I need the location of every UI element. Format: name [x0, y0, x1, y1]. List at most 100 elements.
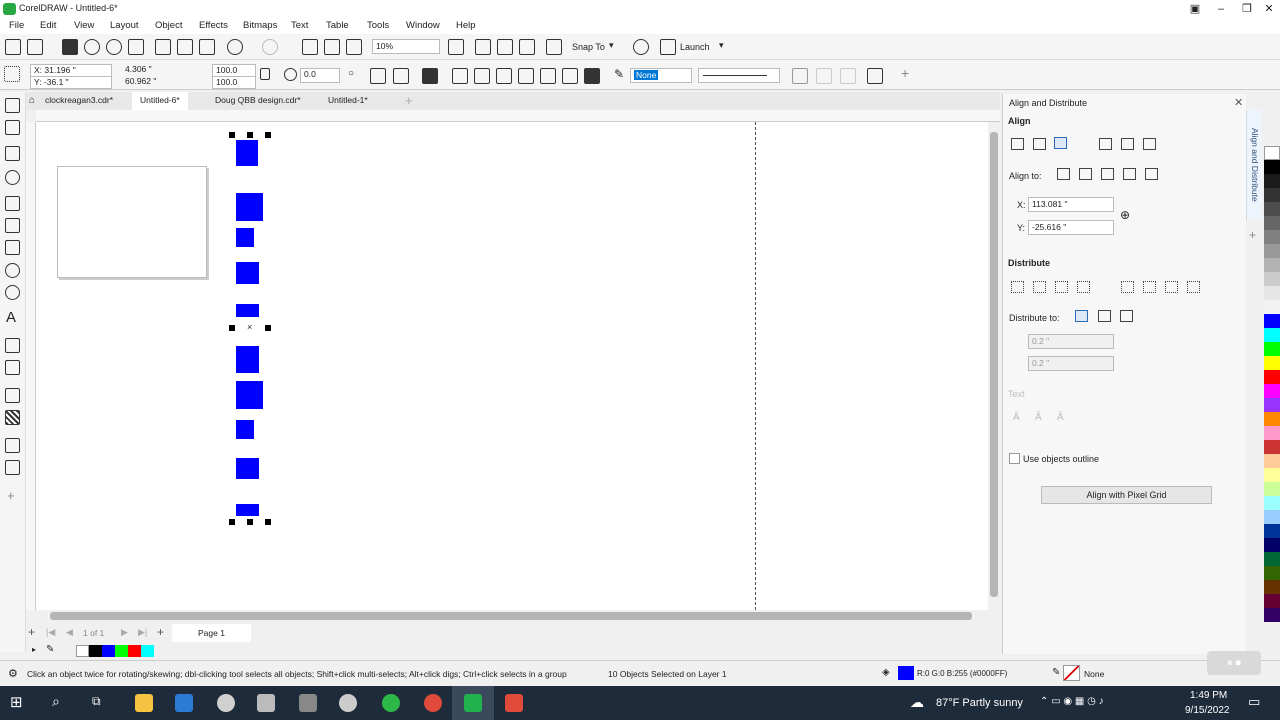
ellipse-tool-icon[interactable]: [5, 263, 20, 278]
blue-square[interactable]: [236, 304, 259, 317]
lock-ratio-icon[interactable]: [260, 68, 270, 80]
artistic-media-icon[interactable]: [5, 218, 20, 233]
prev-page-icon[interactable]: ◀: [66, 627, 73, 638]
distribute-v-spacing-field[interactable]: 0.2 ": [1028, 356, 1114, 371]
selection-center-icon[interactable]: ×: [247, 322, 252, 332]
palette-swatch[interactable]: [1264, 286, 1280, 300]
cloud-icon[interactable]: [84, 39, 100, 55]
blue-square[interactable]: [236, 193, 263, 221]
selection-handle[interactable]: [265, 519, 271, 525]
line-style-field[interactable]: [698, 68, 780, 83]
paste-icon[interactable]: [199, 39, 215, 55]
palette-swatch[interactable]: [1264, 594, 1280, 608]
align-x-field[interactable]: 113.081 ": [1028, 197, 1114, 212]
distribute-left-icon[interactable]: [1011, 281, 1024, 293]
export-icon[interactable]: [324, 39, 340, 55]
simplify-icon[interactable]: [518, 68, 534, 84]
horizontal-scroll-thumb[interactable]: [50, 612, 972, 620]
text-tool-icon[interactable]: A: [6, 309, 16, 326]
redo-icon[interactable]: [262, 39, 278, 55]
crop-tool-icon[interactable]: [5, 146, 20, 161]
gear-icon[interactable]: [633, 39, 649, 55]
tab-doug-qbb-design[interactable]: Doug QBB design.cdr*: [215, 95, 301, 105]
fill-tool-icon[interactable]: [5, 460, 20, 475]
align-top-icon[interactable]: [1099, 138, 1112, 150]
palette-swatch[interactable]: [1264, 566, 1280, 580]
guidelines-icon[interactable]: [519, 39, 535, 55]
use-outline-checkbox[interactable]: [1009, 453, 1020, 464]
trim-icon[interactable]: [474, 68, 490, 84]
launch-button[interactable]: Launch: [680, 42, 710, 52]
vertical-scrollbar[interactable]: [988, 122, 1000, 610]
blue-square[interactable]: [236, 262, 259, 284]
app-icon[interactable]: [217, 694, 235, 712]
align-y-field[interactable]: -25.616 ": [1028, 220, 1114, 235]
horizontal-ruler[interactable]: [36, 110, 1000, 122]
doc-swatch[interactable]: [76, 645, 89, 657]
distribute-bottom-icon[interactable]: [1187, 281, 1200, 293]
distribute-to-page-icon[interactable]: [1098, 310, 1111, 322]
chrome-icon[interactable]: [424, 694, 442, 712]
palette-swatch[interactable]: [1264, 384, 1280, 398]
save-icon[interactable]: [62, 39, 78, 55]
blue-square[interactable]: [236, 458, 259, 479]
reference-point-icon[interactable]: [4, 66, 20, 82]
selection-handle[interactable]: [247, 132, 253, 138]
print-icon[interactable]: [128, 39, 144, 55]
undo-icon[interactable]: [227, 39, 243, 55]
tab-clockreagan3[interactable]: clockreagan3.cdr*: [45, 95, 113, 105]
new-tab-icon[interactable]: +: [405, 93, 413, 108]
vertical-ruler[interactable]: [26, 122, 36, 610]
doc-swatch[interactable]: [115, 645, 128, 657]
palette-swatch[interactable]: [1264, 580, 1280, 594]
palette-swatch[interactable]: [1264, 188, 1280, 202]
next-page-icon[interactable]: ▶: [121, 627, 128, 638]
guideline[interactable]: [755, 122, 756, 610]
blue-square[interactable]: [236, 420, 254, 439]
object-height-field[interactable]: 60.962 ": [122, 76, 208, 89]
menu-window[interactable]: Window: [406, 20, 440, 31]
align-center-v-icon[interactable]: [1121, 138, 1134, 150]
add-page-icon[interactable]: +: [28, 625, 35, 639]
blue-square[interactable]: [236, 140, 258, 166]
blue-square[interactable]: [236, 504, 259, 516]
launch-icon[interactable]: [660, 39, 676, 55]
file-explorer-icon[interactable]: [135, 694, 153, 712]
app-icon[interactable]: [257, 694, 275, 712]
distribute-right-icon[interactable]: [1077, 281, 1090, 293]
doc-swatch[interactable]: [141, 645, 154, 657]
docker-side-tab[interactable]: Align and Distribute: [1246, 110, 1262, 220]
selection-handle[interactable]: [229, 132, 235, 138]
line-tool-icon[interactable]: [5, 338, 20, 353]
selection-handle[interactable]: [229, 325, 235, 331]
palette-swatch[interactable]: [1264, 510, 1280, 524]
outline-width-field[interactable]: None: [630, 68, 692, 83]
minimize-button[interactable]: –: [1208, 0, 1234, 18]
pick-tool-icon[interactable]: [5, 98, 20, 113]
selection-handle[interactable]: [247, 519, 253, 525]
cloud-upload-icon[interactable]: [106, 39, 122, 55]
add-tool-icon[interactable]: +: [7, 488, 15, 503]
close-button[interactable]: ✕: [1256, 0, 1280, 18]
coreldraw-taskbar-icon[interactable]: [464, 694, 482, 712]
palette-swatch[interactable]: [1264, 552, 1280, 566]
app-s-red-icon[interactable]: [505, 694, 523, 712]
pause-overlay[interactable]: ⏸ ⏹: [1207, 651, 1261, 675]
distribute-spacing-h-icon[interactable]: [1055, 281, 1068, 293]
doc-swatch[interactable]: [89, 645, 102, 657]
palette-swatch[interactable]: [1264, 342, 1280, 356]
transparency-tool-icon[interactable]: [5, 410, 20, 425]
tab-untitled-6[interactable]: Untitled-6*: [132, 92, 188, 110]
distribute-to-selection-icon[interactable]: [1075, 310, 1088, 322]
back-minus-front-icon[interactable]: [562, 68, 578, 84]
palette-swatch[interactable]: [1264, 426, 1280, 440]
page-tab[interactable]: Page 1: [172, 624, 251, 642]
menu-tools[interactable]: Tools: [367, 20, 389, 31]
palette-swatch[interactable]: [1264, 538, 1280, 552]
distribute-center-h-icon[interactable]: [1033, 281, 1046, 293]
task-view-icon[interactable]: ⧉: [92, 694, 101, 709]
target-point-icon[interactable]: ⊕: [1120, 208, 1130, 222]
selection-handle[interactable]: [265, 325, 271, 331]
blue-square[interactable]: [236, 228, 254, 247]
rotation-angle-field[interactable]: 0.0: [300, 68, 340, 83]
